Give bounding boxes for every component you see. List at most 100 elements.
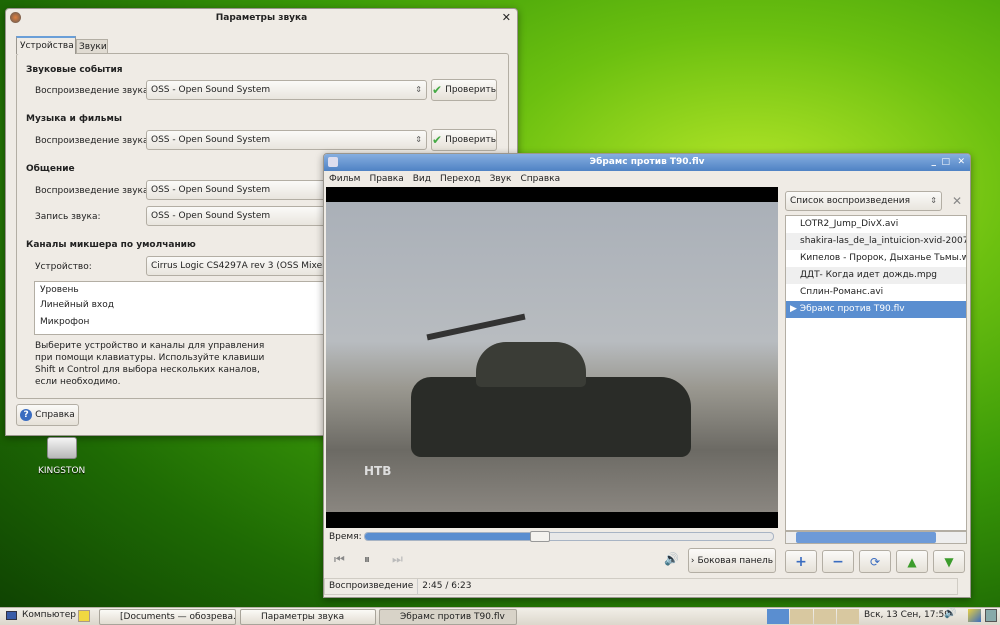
seek-slider[interactable] [364, 531, 774, 542]
workspace-1[interactable] [767, 609, 790, 624]
playback-label: Воспроизведение звука: [35, 136, 152, 146]
window-title: Параметры звука [215, 13, 308, 23]
remove-button[interactable]: − [822, 550, 854, 573]
title-bar[interactable]: Параметры звука ✕ [6, 9, 517, 27]
device-label: Устройство: [35, 262, 92, 272]
seek-fill [365, 533, 541, 540]
computer-menu[interactable]: Компьютер [22, 610, 76, 620]
drive-label[interactable]: KINGSTON [38, 466, 85, 476]
playlist-item[interactable]: ДДТ- Когда идет дождь.mpg [786, 267, 966, 284]
menu-edit[interactable]: Правка [369, 171, 403, 187]
pause-icon[interactable]: ⏸ [364, 552, 370, 567]
hint-text: Выберите устройство и каналы для управле… [35, 341, 265, 387]
test-label: Проверить [445, 135, 496, 145]
chevron-updown-icon: ⇕ [930, 196, 937, 205]
menu-go[interactable]: Переход [440, 171, 481, 187]
drive-icon[interactable] [47, 437, 77, 459]
task-player[interactable]: Эбрамс против T90.flv [379, 609, 517, 625]
menu-view[interactable]: Вид [413, 171, 431, 187]
workspace-2[interactable] [790, 609, 813, 624]
workspace-switcher[interactable] [767, 609, 859, 624]
combo-value: OSS - Open Sound System [151, 85, 271, 95]
sidebar-label: Боковая панель [697, 555, 774, 566]
playlist-item[interactable]: LOTR2_Jump_DivX.avi [786, 216, 966, 233]
clock[interactable]: Вск, 13 Сен, 17:59 [864, 610, 950, 620]
previous-icon[interactable]: ⏮ [334, 552, 345, 567]
combo-value: OSS - Open Sound System [151, 185, 271, 195]
volume-tray-icon[interactable]: 🔊 [944, 608, 956, 619]
sidebar-mode-combo[interactable]: Список воспроизведения ⇕ [785, 191, 942, 211]
scroll-thumb[interactable] [796, 532, 936, 543]
music-playback-combo[interactable]: OSS - Open Sound System ⇕ [146, 130, 427, 150]
workspace-3[interactable] [813, 609, 836, 624]
app-icon [10, 12, 21, 23]
app-icon [328, 157, 338, 167]
move-down-button[interactable]: ▼ [933, 550, 965, 573]
task-label: Параметры звука [261, 612, 345, 622]
playlist-item-label: ДДТ- Когда идет дождь.mpg [800, 270, 938, 280]
heading-sound-events: Звуковые события [26, 65, 123, 75]
test-button[interactable]: ✔ Проверить [431, 79, 497, 101]
playback-label: Воспроизведение звука: [35, 86, 152, 96]
playlist-item-label: Сплин-Романс.avi [800, 287, 884, 297]
menu-help[interactable]: Справка [520, 171, 560, 187]
video-player-window: Эбрамс против T90.flv _ □ ✕ Фильм Правка… [323, 153, 971, 598]
playlist-item-label: Кипелов - Пророк, Дыханье Тьмы.wmv [800, 253, 966, 263]
combo-value: OSS - Open Sound System [151, 135, 271, 145]
sidebar-toggle-button[interactable]: › Боковая панель [688, 548, 776, 573]
playlist-item[interactable]: ▶ Эбрамс против T90.flv [786, 301, 966, 318]
tank-shape [411, 377, 691, 457]
menu-film[interactable]: Фильм [329, 171, 360, 187]
tab-sounds[interactable]: Звуки [76, 39, 108, 54]
network-tray-icon[interactable] [968, 609, 981, 622]
tab-devices[interactable]: Устройства [16, 36, 76, 54]
status-time: 2:45 / 6:23 [422, 581, 472, 591]
task-documents[interactable]: [Documents — обозрева... [99, 609, 236, 625]
close-icon[interactable]: ✕ [502, 9, 511, 27]
playlist-item-label: Эбрамс против T90.flv [799, 304, 905, 314]
playlist-item[interactable]: Сплин-Романс.avi [786, 284, 966, 301]
minimize-icon[interactable]: _ [932, 154, 937, 171]
video-area[interactable]: НТВ [326, 187, 778, 528]
help-button[interactable]: ? Справка [16, 404, 79, 426]
status-bar: Воспроизведение 2:45 / 6:23 [324, 578, 958, 595]
test-label: Проверить [445, 85, 496, 95]
heading-music: Музыка и фильмы [26, 114, 122, 124]
move-up-button[interactable]: ▲ [896, 550, 928, 573]
video-frame: НТВ [326, 202, 778, 512]
title-bar[interactable]: Эбрамс против T90.flv _ □ ✕ [324, 154, 970, 171]
next-icon[interactable]: ⏭ [392, 552, 403, 567]
seek-handle[interactable] [530, 531, 551, 542]
volume-icon[interactable]: 🔊 [664, 552, 679, 566]
playlist-item-label: shakira-las_de_la_intuicion-xvid-2007-li… [800, 236, 966, 246]
heading-mixer: Каналы микшера по умолчанию [26, 240, 196, 250]
heading-chat: Общение [26, 164, 75, 174]
menu-bar: Фильм Правка Вид Переход Звук Справка [324, 171, 970, 187]
help-icon: ? [20, 409, 33, 421]
test-button[interactable]: ✔ Проверить [431, 129, 497, 151]
close-sidebar-icon[interactable]: ✕ [952, 194, 962, 208]
tank-turret [476, 342, 586, 387]
close-icon[interactable]: ✕ [957, 154, 965, 171]
workspace-4[interactable] [836, 609, 859, 624]
task-label: Эбрамс против T90.flv [400, 612, 505, 622]
playlist-item[interactable]: shakira-las_de_la_intuicion-xvid-2007-li… [786, 233, 966, 250]
help-label: Справка [35, 410, 75, 420]
notes-icon[interactable] [78, 610, 90, 622]
maximize-icon[interactable]: □ [941, 154, 950, 171]
tank-gun [426, 313, 526, 341]
events-playback-combo[interactable]: OSS - Open Sound System ⇕ [146, 80, 427, 100]
task-sound-settings[interactable]: Параметры звука [240, 609, 376, 625]
menu-sound[interactable]: Звук [490, 171, 512, 187]
playlist-hscrollbar[interactable] [785, 531, 967, 544]
playing-icon: ▶ [790, 304, 800, 314]
playlist[interactable]: LOTR2_Jump_DivX.avi shakira-las_de_la_int… [785, 215, 967, 531]
show-desktop-icon[interactable] [985, 609, 997, 622]
combo-value: Cirrus Logic CS4297A rev 3 (OSS Mixer) [151, 261, 330, 271]
playlist-item[interactable]: Кипелов - Пророк, Дыханье Тьмы.wmv [786, 250, 966, 267]
save-playlist-button[interactable]: ⟳ [859, 550, 891, 573]
chevron-updown-icon: ⇕ [415, 85, 422, 94]
add-button[interactable]: + [785, 550, 817, 573]
combo-value: OSS - Open Sound System [151, 211, 271, 221]
playback-label: Воспроизведение звука: [35, 186, 152, 196]
